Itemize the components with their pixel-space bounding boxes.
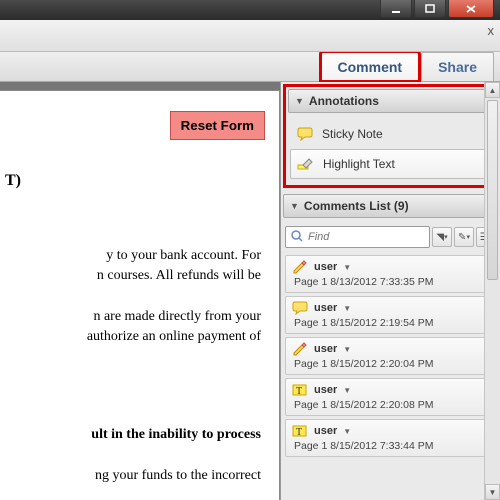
scroll-thumb[interactable] [487, 100, 498, 280]
comment-item[interactable]: Tuser ▼ Page 1 8/15/2012 7:33:44 PM [285, 419, 496, 457]
find-input[interactable] [308, 231, 425, 243]
comments-list-header[interactable]: ▼ Comments List (9) [283, 194, 498, 218]
comment-item[interactable]: user ▼ Page 1 8/15/2012 2:20:04 PM [285, 337, 496, 375]
comment-item[interactable]: user ▼ Page 1 8/15/2012 2:19:54 PM [285, 296, 496, 334]
dropdown-icon: ▼ [343, 304, 351, 313]
body-text: ng your funds to the incorrect [5, 466, 261, 486]
comment-item[interactable]: Tuser ▼ Page 1 8/15/2012 2:20:08 PM [285, 378, 496, 416]
annotations-highlight-box: ▼ Annotations Sticky Note Highlight Text [283, 84, 496, 188]
comment-item[interactable]: user ▼ Page 1 8/13/2012 7:33:35 PM [285, 255, 496, 293]
dropdown-icon: ▼ [343, 427, 351, 436]
window-titlebar [0, 0, 500, 20]
comment-meta: Page 1 8/15/2012 2:20:04 PM [294, 358, 489, 370]
annotation-highlight-text[interactable]: Highlight Text [290, 149, 489, 179]
highlight-text-icon [297, 156, 315, 172]
dropdown-icon: ▼ [343, 263, 351, 272]
comment-sidebar: ▼ Annotations Sticky Note Highlight Text… [280, 82, 500, 500]
maximize-button[interactable] [414, 0, 446, 18]
search-icon [290, 229, 304, 246]
comment-user: user [314, 343, 337, 355]
comment-type-icon [292, 301, 308, 315]
comment-meta: Page 1 8/13/2012 7:33:35 PM [294, 276, 489, 288]
sort-button[interactable]: ✎▾ [454, 227, 474, 247]
body-text: n are made directly from your authorize … [5, 307, 261, 348]
tab-bar: Comment Share [0, 52, 500, 82]
comment-meta: Page 1 8/15/2012 2:20:08 PM [294, 399, 489, 411]
svg-text:T: T [296, 427, 302, 438]
minimize-button[interactable] [380, 0, 412, 18]
panel-close-x[interactable]: x [488, 23, 495, 38]
comment-type-icon [292, 260, 308, 274]
dropdown-icon: ▼ [343, 345, 351, 354]
scroll-up-arrow[interactable]: ▲ [485, 82, 500, 98]
reset-form-button[interactable]: Reset Form [170, 111, 265, 140]
tab-share[interactable]: Share [421, 52, 494, 81]
comment-type-icon: T [292, 383, 308, 397]
collapse-triangle-icon: ▼ [295, 96, 304, 106]
annotation-label: Sticky Note [322, 127, 383, 141]
annotations-header[interactable]: ▼ Annotations [288, 89, 491, 113]
comment-user: user [314, 384, 337, 396]
comment-type-icon [292, 342, 308, 356]
body-text: y to your bank account. For n courses. A… [5, 246, 261, 287]
heading-fragment: T) [5, 169, 261, 192]
annotation-sticky-note[interactable]: Sticky Note [290, 119, 489, 149]
find-input-wrap[interactable] [285, 226, 430, 248]
sidebar-scrollbar[interactable]: ▲ ▼ [484, 82, 500, 500]
comment-user: user [314, 425, 337, 437]
comment-user: user [314, 302, 337, 314]
svg-text:T: T [296, 386, 302, 397]
comments-list: user ▼ Page 1 8/13/2012 7:33:35 PM user ▼ Pag… [281, 252, 500, 500]
annotations-list: Sticky Note Highlight Text [286, 117, 493, 181]
tab-comment[interactable]: Comment [321, 52, 420, 81]
comment-type-icon: T [292, 424, 308, 438]
scroll-down-arrow[interactable]: ▼ [485, 484, 500, 500]
comment-meta: Page 1 8/15/2012 7:33:44 PM [294, 440, 489, 452]
annotation-label: Highlight Text [323, 157, 395, 171]
document-viewport: Reset Form T) y to your bank account. Fo… [0, 82, 280, 500]
body-text-bold: ult in the inability to process [5, 425, 261, 445]
find-row: ◥▾ ✎▾ ☰▾ [281, 222, 500, 252]
sticky-note-icon [296, 126, 314, 142]
collapse-triangle-icon: ▼ [290, 201, 299, 211]
comment-meta: Page 1 8/15/2012 2:19:54 PM [294, 317, 489, 329]
comment-user: user [314, 261, 337, 273]
top-toolbar: x [0, 20, 500, 52]
window-close-button[interactable] [448, 0, 494, 18]
pdf-page: Reset Form T) y to your bank account. Fo… [0, 90, 280, 500]
filter-button[interactable]: ◥▾ [432, 227, 452, 247]
dropdown-icon: ▼ [343, 386, 351, 395]
